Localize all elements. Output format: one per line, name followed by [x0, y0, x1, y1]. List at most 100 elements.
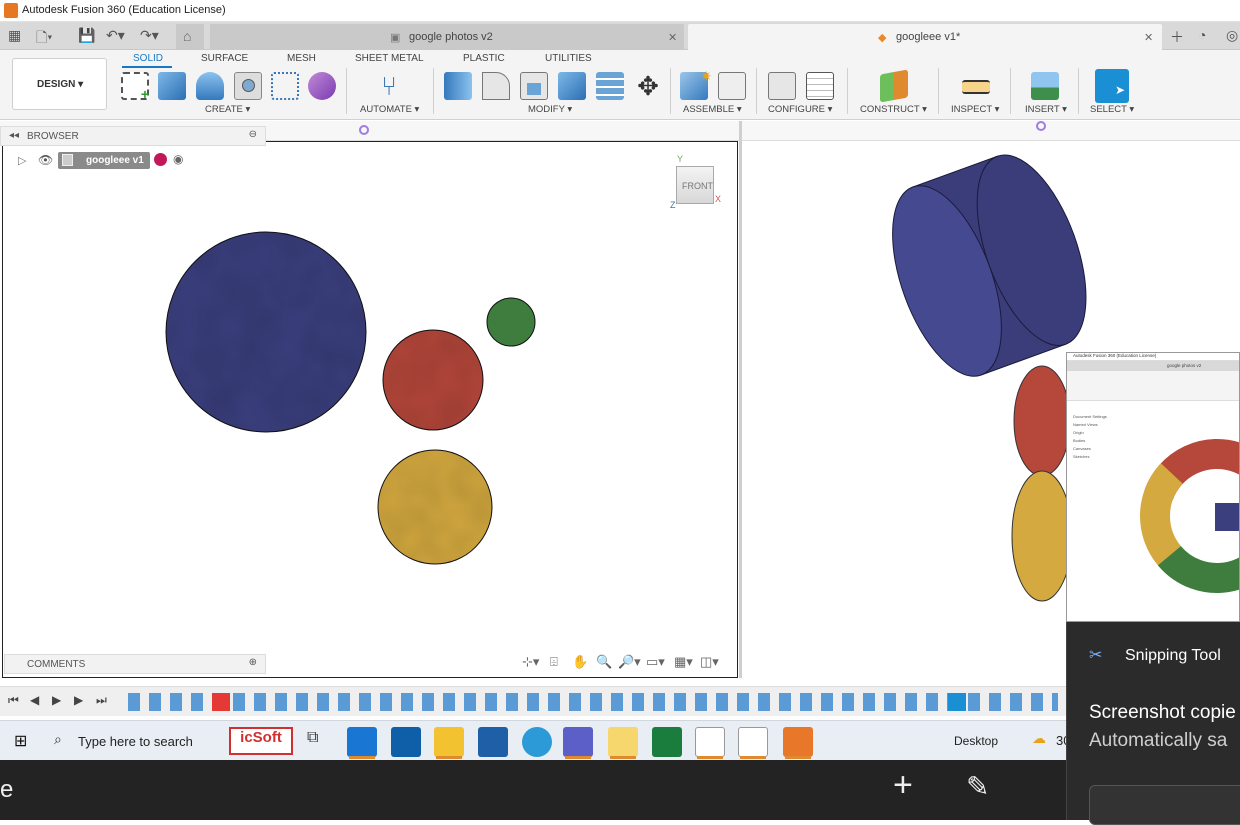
shell-icon[interactable] [520, 72, 548, 100]
app-it-icon[interactable] [695, 727, 725, 757]
offset-face-icon[interactable] [596, 72, 624, 100]
select-icon[interactable]: ➤ [1095, 69, 1129, 103]
extrude-icon[interactable] [158, 72, 186, 100]
zoom-icon[interactable]: 🔍 [596, 654, 612, 670]
configure-group-label[interactable]: CONFIGURE ▾ [768, 104, 832, 115]
step-back-icon[interactable]: ◀ [30, 693, 39, 707]
teams-icon[interactable] [563, 727, 593, 757]
measure-icon[interactable] [962, 80, 990, 94]
assemble-group-label[interactable]: ASSEMBLE ▾ [683, 104, 742, 115]
end-icon[interactable]: ⏭ [96, 693, 107, 708]
edge-icon[interactable] [522, 727, 552, 757]
orbit-icon[interactable]: ⊹▾ [522, 654, 539, 670]
automate-group-label[interactable]: AUTOMATE ▾ [360, 104, 419, 115]
select-group-label[interactable]: SELECT ▾ [1090, 104, 1134, 115]
visibility-eye-icon[interactable]: 👁 [38, 153, 53, 167]
change-parameters-icon[interactable] [768, 72, 796, 100]
tab-sheet-metal[interactable]: SHEET METAL [355, 53, 424, 64]
view-cube[interactable]: FRONT [676, 166, 714, 204]
taskbar-search-input[interactable]: Type here to search [78, 734, 193, 749]
tab-mesh[interactable]: MESH [287, 53, 316, 64]
undo-icon[interactable]: ↶▾ [106, 27, 125, 44]
viewports-icon[interactable]: ◫▾ [700, 654, 719, 670]
icsoft-logo[interactable]: icSoft [229, 727, 293, 755]
notifications-icon[interactable]: ◎ [1226, 27, 1238, 44]
look-at-icon[interactable]: ⌹ [550, 654, 558, 670]
new-tab-icon[interactable]: ＋ [1170, 27, 1184, 47]
green-circle[interactable] [486, 297, 536, 347]
weather-icon[interactable]: ☁ [1032, 730, 1046, 747]
revolve-icon[interactable] [196, 72, 224, 100]
pattern-icon[interactable] [271, 72, 299, 100]
comments-panel[interactable]: COMMENTS ⊕ [4, 654, 266, 674]
tab-google-photos[interactable]: ▣ google photos v2 ✕ [210, 24, 684, 50]
search-icon[interactable]: ⌕ [54, 731, 62, 748]
close-icon[interactable]: ✕ [668, 31, 677, 44]
browser-panel-header[interactable]: ◂◂ BROWSER ⊖ [0, 126, 266, 146]
add-icon[interactable]: + [893, 766, 913, 805]
radio-icon[interactable]: ◉ [173, 152, 183, 166]
create-sketch-icon[interactable]: + [121, 72, 149, 102]
toast-action-button[interactable] [1089, 785, 1240, 825]
timeline-features[interactable] [128, 693, 1058, 711]
step-forward-icon[interactable]: ▶ [74, 693, 83, 707]
app-icon[interactable] [608, 727, 638, 757]
store-icon[interactable] [478, 727, 508, 757]
tab-utilities[interactable]: UTILITIES [545, 53, 592, 64]
desktop-toolbar[interactable]: Desktop [954, 734, 998, 748]
combine-icon[interactable] [558, 72, 586, 100]
fusion-taskbar-icon[interactable] [783, 727, 813, 757]
display-settings-icon[interactable]: ▭▾ [646, 654, 665, 670]
joint-icon[interactable] [718, 72, 746, 100]
timeline-marker[interactable] [212, 693, 230, 711]
press-pull-icon[interactable] [444, 72, 472, 100]
fit-icon[interactable]: 🔎▾ [618, 654, 641, 670]
close-icon[interactable]: ✕ [1144, 31, 1153, 44]
create-group-label[interactable]: CREATE ▾ [205, 104, 250, 115]
inspect-group-label[interactable]: INSPECT ▾ [951, 104, 999, 115]
gold-cylinder[interactable] [1011, 470, 1073, 602]
file-explorer-icon[interactable] [434, 727, 464, 757]
workspace-switcher[interactable]: DESIGN ▾ [12, 58, 107, 110]
file-menu-icon[interactable]: 🗋▾ [36, 27, 52, 51]
insert-group-label[interactable]: INSERT ▾ [1025, 104, 1067, 115]
expand-icon[interactable]: ▷ [18, 154, 26, 167]
add-comment-icon[interactable]: ⊕ [249, 657, 257, 668]
insert-image-icon[interactable] [1031, 72, 1059, 100]
redo-icon[interactable]: ↷▾ [140, 27, 159, 44]
fillet-icon[interactable] [482, 72, 510, 100]
save-icon[interactable]: 💾 [78, 27, 95, 44]
automate-icon[interactable]: ⑂ [375, 72, 403, 100]
configure-table-icon[interactable] [806, 72, 834, 100]
collapse-icon[interactable]: ◂◂ [9, 130, 19, 141]
edit-pencil-icon[interactable]: ✎ [966, 770, 989, 803]
mail-icon[interactable] [347, 727, 377, 757]
grid-settings-icon[interactable]: ▦▾ [674, 654, 693, 670]
snip-preview-thumbnail[interactable]: Autodesk Fusion 360 (Education License) … [1066, 352, 1240, 622]
home-tab[interactable]: ⌂ [176, 24, 204, 50]
play-icon[interactable]: ▶ [52, 693, 61, 707]
minimize-icon[interactable]: ⊖ [249, 129, 257, 140]
app-w-icon[interactable] [652, 727, 682, 757]
red-cylinder[interactable] [1013, 365, 1071, 477]
pan-icon[interactable]: ✋ [572, 654, 588, 670]
task-view-icon[interactable]: ⧉ [307, 729, 318, 747]
apps-grid-icon[interactable]: ▦ [8, 27, 21, 44]
modify-group-label[interactable]: MODIFY ▾ [528, 104, 572, 115]
tab-solid[interactable]: SOLID [133, 53, 163, 64]
snipping-tool-toast[interactable]: ✂ Snipping Tool Screenshot copie Automat… [1066, 622, 1240, 825]
offset-plane-icon[interactable] [880, 69, 908, 103]
job-status-icon[interactable]: ◔ [1198, 27, 1206, 43]
construct-group-label[interactable]: CONSTRUCT ▾ [860, 104, 927, 115]
form-icon[interactable] [308, 72, 336, 100]
timeline-marker[interactable] [948, 693, 966, 711]
view-cube-face[interactable]: FRONT [682, 181, 713, 191]
rewind-icon[interactable]: ⏮ [8, 693, 19, 708]
component-chip[interactable]: googleee v1 [58, 152, 150, 169]
tab-plastic[interactable]: PLASTIC [463, 53, 505, 64]
left-viewport[interactable]: FRONT Y X Z [2, 141, 738, 678]
app-it-icon[interactable] [738, 727, 768, 757]
activate-badge-icon[interactable] [154, 153, 167, 166]
browser-root-row[interactable]: ▷ 👁 googleee v1 ◉ [18, 152, 218, 170]
move-icon[interactable]: ✥ [634, 72, 662, 100]
